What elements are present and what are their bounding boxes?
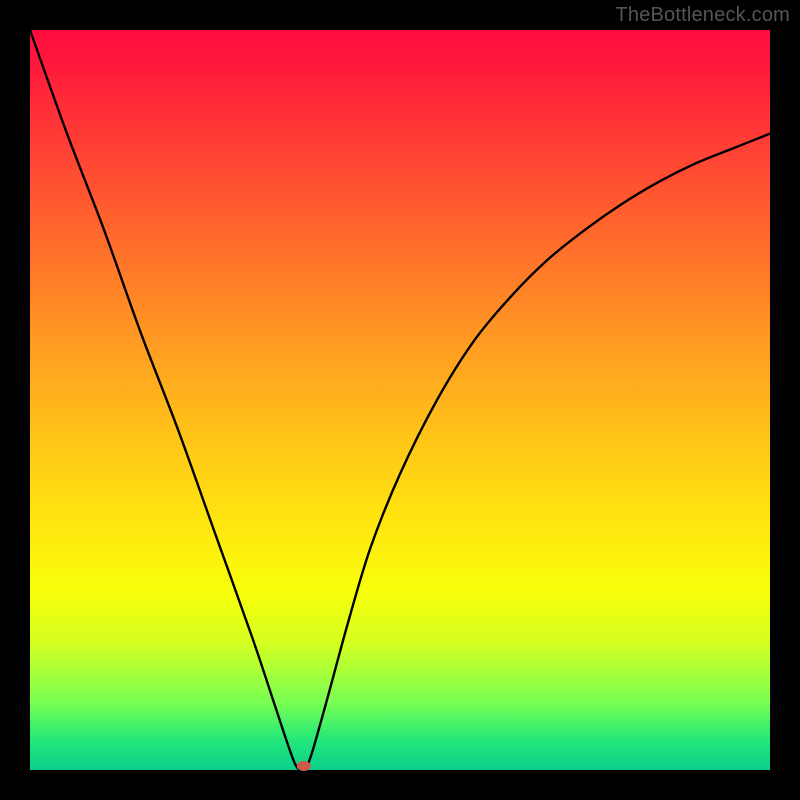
plot-area xyxy=(30,30,770,770)
curve-svg xyxy=(30,30,770,770)
watermark-text: TheBottleneck.com xyxy=(615,4,790,27)
bottleneck-curve xyxy=(30,30,770,771)
chart-frame: TheBottleneck.com xyxy=(0,0,800,800)
minimum-marker xyxy=(297,761,311,771)
